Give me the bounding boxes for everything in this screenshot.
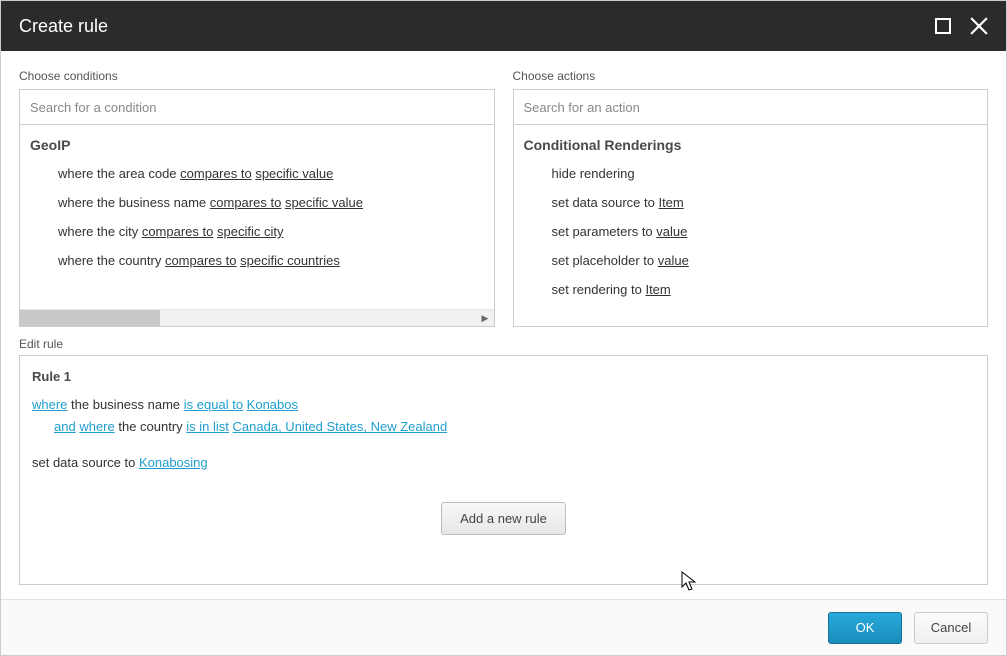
where-link[interactable]: where — [32, 397, 67, 412]
add-rule-button[interactable]: Add a new rule — [441, 502, 566, 535]
conditions-label: Choose conditions — [19, 69, 495, 83]
conditions-group: GeoIP — [20, 131, 494, 159]
operator-link[interactable]: is equal to — [184, 397, 243, 412]
titlebar: Create rule — [1, 1, 1006, 51]
columns: Choose conditions GeoIP where the area c… — [19, 69, 988, 327]
conditions-column: Choose conditions GeoIP where the area c… — [19, 69, 495, 327]
rule-line-1: where the business name is equal to Kona… — [32, 394, 975, 416]
conditions-hscroll[interactable]: ▶ — [20, 309, 494, 326]
edit-rule-label: Edit rule — [19, 337, 988, 351]
rule-title: Rule 1 — [32, 366, 975, 388]
actions-list[interactable]: Conditional Renderings hide rendering se… — [514, 125, 988, 326]
action-item[interactable]: hide rendering — [514, 159, 988, 188]
operator-link[interactable]: is in list — [186, 419, 229, 434]
actions-search-input[interactable] — [513, 89, 989, 125]
dialog-title: Create rule — [19, 16, 108, 37]
actions-list-wrap: Conditional Renderings hide rendering se… — [513, 125, 989, 327]
create-rule-dialog: Create rule Choose conditions GeoIP wher… — [0, 0, 1007, 656]
ok-button[interactable]: OK — [828, 612, 902, 644]
and-link[interactable]: and — [54, 419, 76, 434]
rule-line-2: and where the country is in list Canada,… — [32, 416, 975, 438]
maximize-icon[interactable] — [934, 17, 952, 35]
action-item[interactable]: set parameters to value — [514, 217, 988, 246]
condition-item[interactable]: where the city compares to specific city — [20, 217, 494, 246]
rule-editor: Rule 1 where the business name is equal … — [19, 355, 988, 585]
conditions-search-input[interactable] — [19, 89, 495, 125]
cancel-button[interactable]: Cancel — [914, 612, 988, 644]
condition-item[interactable]: where the country compares to specific c… — [20, 246, 494, 275]
add-rule-wrap: Add a new rule — [32, 502, 975, 535]
action-item[interactable]: set placeholder to value — [514, 246, 988, 275]
action-item[interactable]: set rendering to Item — [514, 275, 988, 304]
value-link[interactable]: Konabosing — [139, 455, 208, 470]
rule-line-3: set data source to Konabosing — [32, 452, 975, 474]
dialog-body: Choose conditions GeoIP where the area c… — [1, 51, 1006, 599]
actions-group: Conditional Renderings — [514, 131, 988, 159]
conditions-list[interactable]: GeoIP where the area code compares to sp… — [20, 125, 494, 309]
conditions-list-wrap: GeoIP where the area code compares to sp… — [19, 125, 495, 327]
condition-item[interactable]: where the area code compares to specific… — [20, 159, 494, 188]
actions-label: Choose actions — [513, 69, 989, 83]
close-icon[interactable] — [970, 17, 988, 35]
value-link[interactable]: Canada, United States, New Zealand — [233, 419, 448, 434]
dialog-footer: OK Cancel — [1, 599, 1006, 655]
value-link[interactable]: Konabos — [247, 397, 298, 412]
where-link[interactable]: where — [79, 419, 114, 434]
action-item[interactable]: set data source to Item — [514, 188, 988, 217]
titlebar-controls — [934, 17, 988, 35]
condition-item[interactable]: where the business name compares to spec… — [20, 188, 494, 217]
actions-column: Choose actions Conditional Renderings hi… — [513, 69, 989, 327]
